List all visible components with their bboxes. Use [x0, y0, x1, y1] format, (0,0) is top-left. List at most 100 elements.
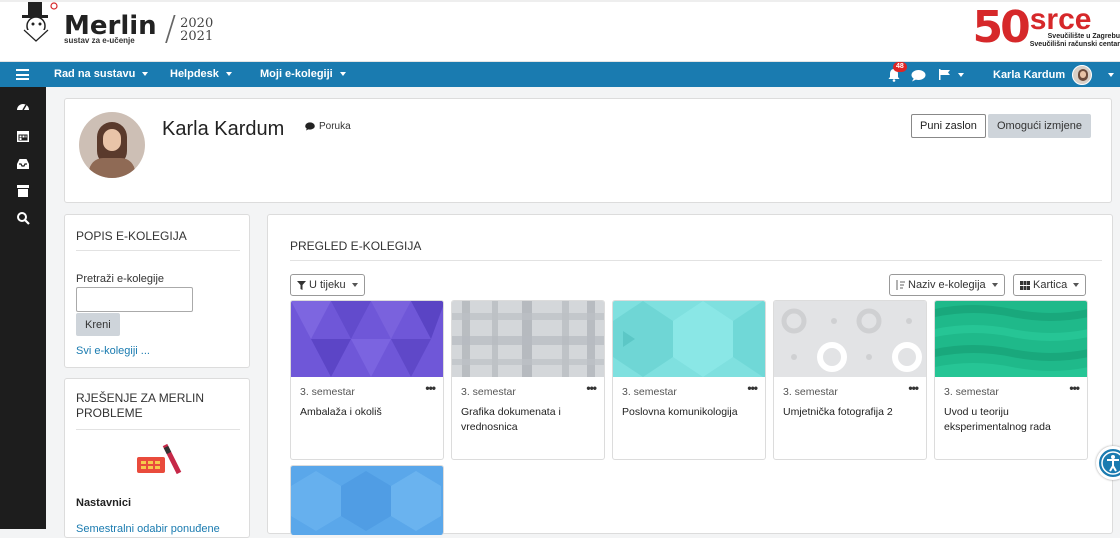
course-actions-menu[interactable]: •••: [908, 381, 918, 395]
merlin-wordmark: Merlin: [64, 14, 157, 38]
profile-photo: [79, 112, 145, 178]
course-list-block: POPIS E-KOLEGIJA Pretraži e-kolegije Kre…: [64, 214, 250, 368]
sort-alpha-icon: [896, 280, 905, 290]
block-title: POPIS E-KOLEGIJA: [76, 229, 187, 243]
flag-menu[interactable]: [939, 69, 964, 80]
help-illustration-icon: [135, 443, 185, 479]
course-semester: 3. semestar: [944, 386, 999, 398]
course-actions-menu[interactable]: •••: [425, 381, 435, 395]
year-bottom: 2021: [180, 30, 213, 43]
srce-line2: Sveučilišni računski centar: [1030, 41, 1120, 49]
srce-50-mark: 50: [973, 6, 1028, 50]
enable-editing-button[interactable]: Omogući izmjene: [988, 114, 1091, 138]
course-overview-block: PREGLED E-KOLEGIJA U tijeku Naziv e-kole…: [267, 214, 1113, 534]
nav-label: Helpdesk: [170, 68, 219, 80]
view-label: Kartica: [1033, 279, 1067, 291]
year-top: 2020: [180, 17, 213, 30]
send-message-link[interactable]: Poruka: [305, 121, 351, 132]
caret-down-icon: [1073, 283, 1079, 287]
nav-rad-na-sustavu[interactable]: Rad na sustavu: [54, 68, 148, 80]
caret-down-icon: [1108, 73, 1114, 77]
block-title: RJEŠENJE ZA MERLIN PROBLEME: [76, 391, 226, 421]
block-divider: [76, 250, 240, 251]
block-divider: [290, 260, 1102, 261]
view-dropdown[interactable]: Kartica: [1013, 274, 1086, 296]
nav-label: Rad na sustavu: [54, 68, 135, 80]
fullscreen-button[interactable]: Puni zaslon: [911, 114, 986, 138]
course-name[interactable]: Grafika dokumenata i vrednosnica: [461, 405, 591, 435]
course-name[interactable]: Uvod u teoriju eksperimentalnog rada: [944, 405, 1074, 435]
course-actions-menu[interactable]: •••: [747, 381, 757, 395]
course-semester: 3. semestar: [300, 386, 355, 398]
course-actions-menu[interactable]: •••: [586, 381, 596, 395]
inbox-icon[interactable]: [16, 157, 30, 171]
search-icon[interactable]: [16, 211, 30, 225]
accessibility-button[interactable]: [1096, 446, 1120, 480]
block-title: PREGLED E-KOLEGIJA: [290, 239, 421, 253]
accessibility-icon: [1099, 449, 1120, 477]
course-image: [291, 466, 444, 535]
profile-name: Karla Kardum: [162, 118, 284, 141]
caret-down-icon: [340, 72, 346, 76]
course-card[interactable]: 3. semestar ••• Grafika dokumenata i vre…: [451, 300, 605, 460]
search-label: Pretraži e-kolegije: [76, 273, 164, 285]
left-icon-rail: [0, 87, 46, 529]
course-semester: 3. semestar: [622, 386, 677, 398]
grid-icon: [1020, 281, 1030, 290]
nav-moji-e-kolegiji[interactable]: Moji e-kolegiji: [260, 68, 346, 80]
course-image: [935, 301, 1088, 377]
course-name[interactable]: Umjetnička fotografija 2: [783, 405, 913, 420]
chat-bubble-icon: [305, 122, 315, 131]
teachers-heading: Nastavnici: [76, 497, 131, 509]
dashboard-icon[interactable]: [16, 100, 30, 114]
course-name[interactable]: Ambalaža i okoliš: [300, 405, 430, 420]
sort-label: Naziv e-kolegija: [908, 279, 986, 291]
caret-down-icon: [992, 283, 998, 287]
course-search-input[interactable]: [76, 287, 193, 312]
teachers-link[interactable]: Semestralni odabir ponuđene: [76, 523, 220, 535]
message-label: Poruka: [319, 121, 351, 132]
course-card[interactable]: 3. semestar ••• Ambalaža i okoliš: [290, 300, 444, 460]
all-courses-link[interactable]: Svi e-kolegiji ...: [76, 345, 150, 357]
flag-icon: [939, 69, 951, 80]
course-image: [291, 301, 444, 377]
course-card[interactable]: 3. semestar ••• Poslovna komunikologija: [612, 300, 766, 460]
wizard-mascot-icon: [16, 2, 60, 42]
merlin-logo[interactable]: Merlin sustav za e-učenje / 2020 2021: [18, 14, 213, 45]
year-divider: /: [165, 23, 176, 36]
chat-bubble-icon[interactable]: [911, 69, 926, 82]
hamburger-icon[interactable]: [16, 69, 29, 80]
profile-header-card: Karla Kardum Poruka Puni zaslon Omogući …: [64, 98, 1112, 203]
caret-down-icon: [226, 72, 232, 76]
course-actions-menu[interactable]: •••: [1069, 381, 1079, 395]
course-name[interactable]: Poslovna komunikologija: [622, 405, 752, 420]
site-header: Merlin sustav za e-učenje / 2020 2021 50…: [0, 0, 1120, 62]
course-card[interactable]: 3. semestar ••• Uvod u teoriju eksperime…: [934, 300, 1088, 460]
srce-wordmark: srce: [1030, 7, 1120, 33]
course-image: [774, 301, 927, 377]
filter-label: U tijeku: [309, 279, 346, 291]
user-name: Karla Kardum: [993, 69, 1065, 81]
archive-icon[interactable]: [16, 184, 30, 198]
nav-label: Moji e-kolegiji: [260, 68, 333, 80]
help-block: RJEŠENJE ZA MERLIN PROBLEME Nastavnici S…: [64, 378, 250, 538]
course-card[interactable]: 3. semestar ••• Umjetnička fotografija 2: [773, 300, 927, 460]
course-image: [613, 301, 766, 377]
nav-helpdesk[interactable]: Helpdesk: [170, 68, 232, 80]
user-avatar: [1072, 65, 1092, 85]
progress-filter-dropdown[interactable]: U tijeku: [290, 274, 365, 296]
sort-dropdown[interactable]: Naziv e-kolegija: [889, 274, 1005, 296]
header-top-line: [0, 0, 1120, 2]
calendar-icon[interactable]: [16, 129, 30, 143]
course-card[interactable]: [290, 465, 444, 535]
user-menu[interactable]: Karla Kardum: [993, 65, 1114, 85]
notification-count-badge: 48: [893, 62, 907, 72]
search-go-button[interactable]: Kreni: [76, 313, 120, 336]
course-image: [452, 301, 605, 377]
srce-logo[interactable]: 50 srce Sveučilište u Zagrebu Sveučilišn…: [973, 6, 1120, 50]
academic-year: / 2020 2021: [165, 17, 214, 43]
notifications-button[interactable]: 48: [887, 66, 903, 82]
course-semester: 3. semestar: [461, 386, 516, 398]
filter-icon: [297, 281, 306, 290]
block-divider: [76, 429, 240, 430]
